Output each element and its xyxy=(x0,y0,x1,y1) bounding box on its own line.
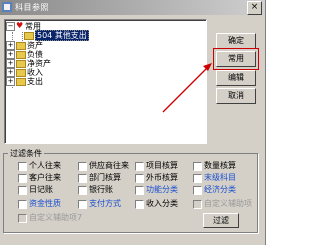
filter-group-title: 过滤条件 xyxy=(8,148,44,159)
filter-button[interactable]: 过滤 xyxy=(203,213,239,228)
dialog-window: 科目参照 × − ♥ 常用 504 其他支出 + 资产 + 负债 + 净资产 +… xyxy=(0,0,266,245)
